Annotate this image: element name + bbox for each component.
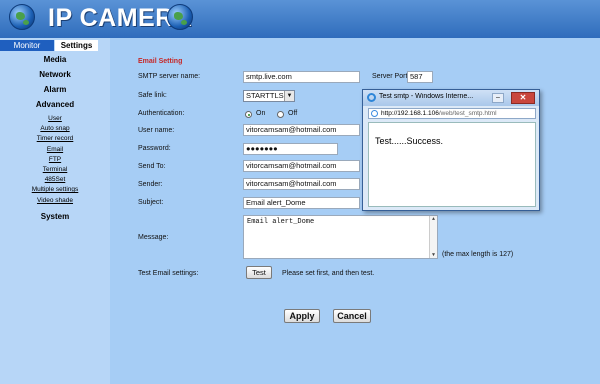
scroll-down-icon[interactable]: ▼ <box>430 252 437 258</box>
nav-sub-multiple-settings[interactable]: Multiple settings <box>0 186 110 193</box>
nav-media[interactable]: Media <box>0 55 110 64</box>
test-button[interactable]: Test <box>246 266 272 279</box>
send-to-input[interactable]: vitorcamsam@hotmail.com <box>243 160 360 172</box>
sender-input[interactable]: vitorcamsam@hotmail.com <box>243 178 360 190</box>
smtp-server-input[interactable]: smtp.live.com <box>243 71 360 83</box>
send-to-label: Send To: <box>138 163 166 170</box>
popup-message: Test......Success. <box>375 136 444 146</box>
popup-title: Test smtp - Windows Interne... <box>379 93 474 100</box>
message-text: Email alert_Dome <box>247 218 315 226</box>
address-host: http://192.168.1.106 <box>381 110 439 117</box>
sidebar: Monitor Settings Media Network Alarm Adv… <box>0 38 110 384</box>
server-port-label: Server Port <box>372 73 408 80</box>
smtp-server-label: SMTP server name: <box>138 73 201 80</box>
nav-sub-ftp[interactable]: FTP <box>0 156 110 163</box>
nav-advanced[interactable]: Advanced <box>0 100 110 109</box>
header-bar: IP CAMERA <box>0 0 600 38</box>
sender-label: Sender: <box>138 181 163 188</box>
authentication-label: Authentication: <box>138 110 185 117</box>
nav-sub-email[interactable]: Email <box>0 146 110 153</box>
nav-sub-user[interactable]: User <box>0 115 110 122</box>
nav-system[interactable]: System <box>0 212 110 221</box>
test-email-label: Test Email settings: <box>138 270 199 277</box>
tab-bar: Monitor Settings <box>0 40 110 51</box>
cancel-button[interactable]: Cancel <box>333 309 371 323</box>
tab-settings[interactable]: Settings <box>55 40 98 51</box>
nav-network[interactable]: Network <box>0 70 110 79</box>
message-label: Message: <box>138 234 169 241</box>
tab-monitor[interactable]: Monitor <box>0 40 54 51</box>
globe-icon <box>167 4 193 30</box>
auth-off-label: Off <box>288 110 298 117</box>
user-name-input[interactable]: vitorcamsam@hotmail.com <box>243 124 360 136</box>
max-length-note: (the max length is 127) <box>442 251 514 258</box>
safe-link-label: Safe link: <box>138 92 167 99</box>
server-port-input[interactable]: 587 <box>407 71 433 83</box>
message-textarea[interactable]: Email alert_Dome ▲ ▼ <box>243 215 438 259</box>
close-icon[interactable]: ✕ <box>511 92 535 104</box>
password-label: Password: <box>138 145 171 152</box>
nav-sub-auto-snap[interactable]: Auto snap <box>0 125 110 132</box>
minimize-icon[interactable]: – <box>492 93 504 103</box>
test-hint: Please set first, and then test. <box>282 270 375 277</box>
internet-explorer-icon <box>367 93 376 102</box>
address-bar[interactable]: http://192.168.1.106/web/test_smtp.html <box>368 108 536 119</box>
auth-on-label: On <box>256 110 266 117</box>
subject-input[interactable]: Email alert_Dome <box>243 197 360 209</box>
test-smtp-popup-window: Test smtp - Windows Interne... – ✕ http:… <box>362 89 540 211</box>
nav-sub-timer-record[interactable]: Timer record <box>0 135 110 142</box>
address-path: /web/test_smtp.html <box>438 110 497 117</box>
chevron-down-icon: ▼ <box>284 91 294 101</box>
nav-sub-terminal[interactable]: Terminal <box>0 166 110 173</box>
nav-alarm[interactable]: Alarm <box>0 85 110 94</box>
safe-link-select[interactable]: STARTTLS ▼ <box>243 90 295 102</box>
safe-link-value: STARTTLS <box>246 91 284 100</box>
nav-sub-video-shade[interactable]: Video shade <box>0 197 110 204</box>
auth-on-radio[interactable] <box>245 111 252 118</box>
password-input[interactable]: ●●●●●●● <box>243 143 338 155</box>
message-scrollbar[interactable]: ▲ ▼ <box>429 216 437 258</box>
section-title: Email Setting <box>138 58 183 65</box>
subject-label: Subject: <box>138 199 164 206</box>
page-icon <box>371 110 378 117</box>
popup-titlebar[interactable]: Test smtp - Windows Interne... – ✕ <box>363 90 539 106</box>
globe-icon <box>9 4 35 30</box>
scroll-up-icon[interactable]: ▲ <box>430 216 437 222</box>
popup-content: Test......Success. <box>368 122 536 207</box>
auth-off-radio[interactable] <box>277 111 284 118</box>
apply-button[interactable]: Apply <box>284 309 320 323</box>
nav-sub-485set[interactable]: 485Set <box>0 176 110 183</box>
user-name-label: User name: <box>138 127 175 134</box>
